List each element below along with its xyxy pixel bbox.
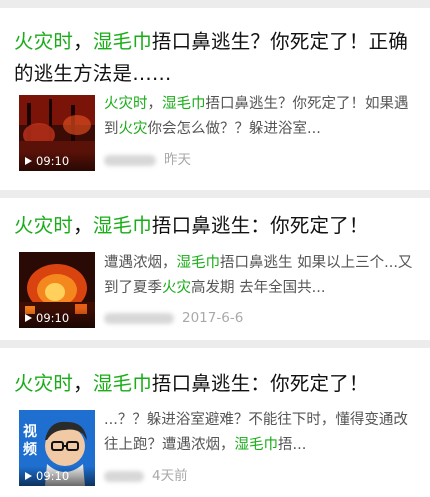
article-date: 2017-6-6 xyxy=(182,310,244,326)
blurred-source xyxy=(104,312,174,324)
title-highlight: 湿毛巾 xyxy=(92,214,152,237)
snippet-text: 遭遇浓烟， xyxy=(104,255,177,271)
snippet-highlight: 湿毛巾 xyxy=(234,437,279,453)
video-duration: 09:10 xyxy=(19,466,95,486)
snippet-highlight: 火灾 xyxy=(118,121,148,137)
title-highlight: 火灾时 xyxy=(14,372,74,395)
snippet-highlight: 火灾 xyxy=(162,280,191,296)
snippet-highlight: 湿毛巾 xyxy=(162,96,206,112)
play-icon xyxy=(25,471,32,480)
snippet-text: 高发期 去年全国共... xyxy=(191,280,326,296)
snippet-highlight: 火灾时 xyxy=(104,96,148,112)
snippet-highlight: 湿毛巾 xyxy=(176,255,221,271)
thumbnail-text: 视 xyxy=(23,423,37,440)
title-text: 捂口鼻逃生：你死定了！ xyxy=(151,372,369,395)
video-duration: 09:10 xyxy=(19,308,95,328)
article-feed: 火灾时，湿毛巾捂口鼻逃生？你死定了！正确的逃生方法是…… 09:10 火灾时，湿… xyxy=(0,0,430,497)
video-thumbnail[interactable]: 09:10 xyxy=(19,95,95,171)
play-icon xyxy=(25,313,32,322)
video-duration: 09:10 xyxy=(19,151,95,171)
title-text: ， xyxy=(73,372,93,395)
article-snippet: 火灾时，湿毛巾捂口鼻逃生？你死定了！如果遇到火灾你会怎么做？？躲进浴室... xyxy=(104,92,416,142)
video-thumbnail[interactable]: 09:10 xyxy=(19,252,95,328)
blurred-source xyxy=(104,470,144,482)
snippet-text: 你会怎么做？？躲进浴室... xyxy=(147,121,321,137)
snippet-text: ， xyxy=(147,96,163,112)
list-item[interactable]: 火灾时，湿毛巾捂口鼻逃生：你死定了！ 09:10 遭遇浓烟，湿毛巾捂口鼻逃生 如… xyxy=(0,198,430,340)
article-meta: 昨天 xyxy=(104,150,191,170)
article-meta: 2017-6-6 xyxy=(104,308,243,328)
article-title[interactable]: 火灾时，湿毛巾捂口鼻逃生？你死定了！正确的逃生方法是…… xyxy=(14,26,418,90)
play-icon xyxy=(25,156,32,165)
article-date: 4天前 xyxy=(152,468,188,484)
title-highlight: 湿毛巾 xyxy=(92,372,152,395)
title-highlight: 火灾时 xyxy=(14,30,74,53)
title-highlight: 湿毛巾 xyxy=(92,30,152,53)
article-title[interactable]: 火灾时，湿毛巾捂口鼻逃生：你死定了！ xyxy=(14,368,418,400)
article-snippet: 遭遇浓烟，湿毛巾捂口鼻逃生 如果以上三个...又到了夏季火灾高发期 去年全国共.… xyxy=(104,251,416,301)
title-text: ， xyxy=(73,30,93,53)
thumbnail-text: 频 xyxy=(23,441,37,458)
title-text: ， xyxy=(73,214,93,237)
article-meta: 4天前 xyxy=(104,466,188,486)
article-snippet: ...？？躲进浴室避难？不能往下时，懂得变通改往上跑？遭遇浓烟，湿毛巾捂... xyxy=(104,408,416,458)
title-highlight: 火灾时 xyxy=(14,214,74,237)
snippet-text: 捂... xyxy=(278,437,307,453)
video-thumbnail[interactable]: 视 频 09:10 xyxy=(19,410,95,486)
list-item[interactable]: 火灾时，湿毛巾捂口鼻逃生：你死定了！ 视 频 09:10 ...？？躲进浴室避难… xyxy=(0,348,430,497)
title-text: 捂口鼻逃生：你死定了！ xyxy=(151,214,369,237)
list-item[interactable]: 火灾时，湿毛巾捂口鼻逃生？你死定了！正确的逃生方法是…… 09:10 火灾时，湿… xyxy=(0,8,430,190)
blurred-source xyxy=(104,154,156,166)
article-title[interactable]: 火灾时，湿毛巾捂口鼻逃生：你死定了！ xyxy=(14,210,418,242)
article-date: 昨天 xyxy=(164,152,191,168)
